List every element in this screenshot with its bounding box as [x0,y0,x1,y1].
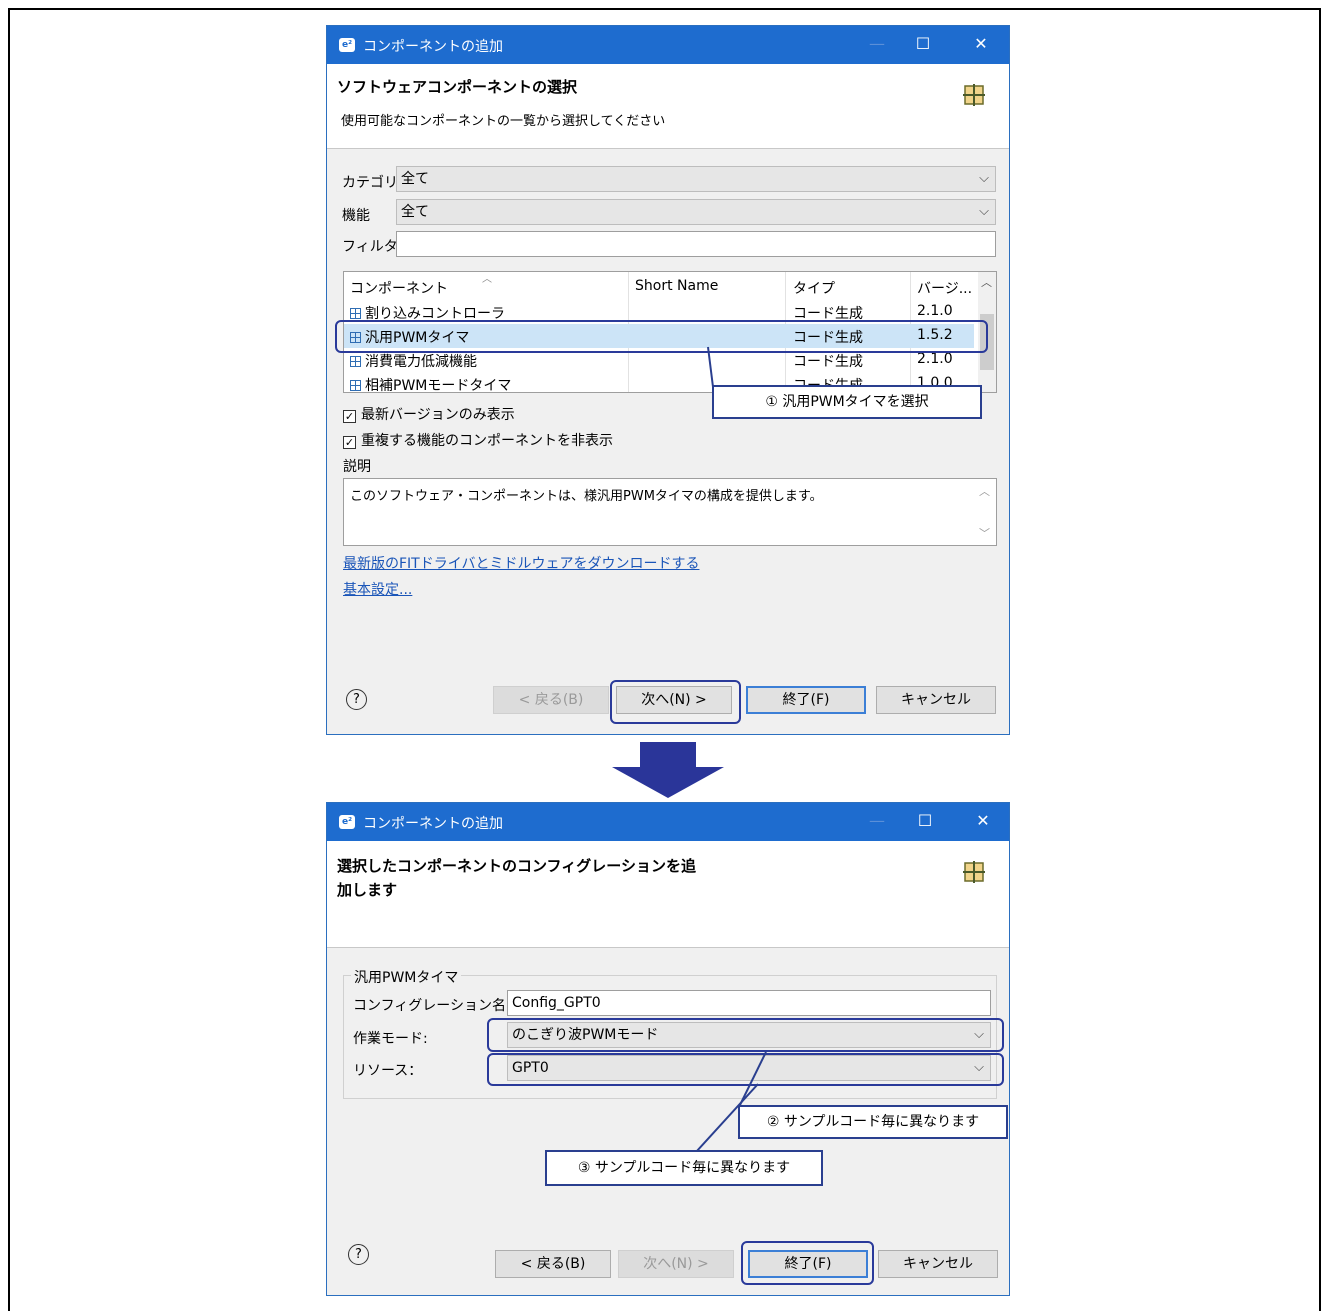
category-value: 全て [401,171,429,187]
minimize-icon[interactable]: — [863,34,891,53]
checkbox-checked-icon: ✓ [343,410,356,423]
latest-version-checkbox[interactable]: ✓ 最新バージョンのみ表示 [343,404,515,424]
sort-ascending-icon: ︿ [482,274,492,285]
component-type: コード生成 [793,354,863,370]
e2studio-app-icon: e² [339,815,355,829]
chevron-down-icon: ⌵ [979,171,989,186]
maximize-icon[interactable]: ☐ [909,34,937,53]
e2studio-app-icon: e² [339,38,355,52]
work-mode-highlight [487,1018,1004,1052]
add-component-dialog-2: e² コンポーネントの追加 — ☐ ✕ 選択したコンポーネントのコンフィグレーシ… [326,802,1010,1296]
hide-duplicate-label: 重複する機能のコンポーネントを非表示 [361,433,613,449]
callout-work-mode: ② サンプルコード毎に異なります [738,1105,1008,1139]
help-icon[interactable]: ? [346,689,367,710]
add-component-dialog-1: e² コンポーネントの追加 — ☐ ✕ ソフトウェアコンポーネントの選択 使用可… [326,25,1010,735]
title-bar: e² コンポーネントの追加 — ☐ ✕ [327,803,1009,841]
expand-icon[interactable] [350,308,361,319]
page-title-line2: 加します [337,881,398,899]
component-version: 2.1.0 [917,303,953,319]
description-label: 説明 [343,459,371,475]
window-title: コンポーネントの追加 [363,39,503,55]
wizard-header: ソフトウェアコンポーネントの選択 使用可能なコンポーネントの一覧から選択してくだ… [327,64,1009,149]
work-mode-label: 作業モード: [353,1031,428,1047]
download-link[interactable]: 最新版のFITドライバとミドルウェアをダウンロードする [343,553,699,573]
title-bar: e² コンポーネントの追加 — ☐ ✕ [327,26,1009,64]
maximize-icon[interactable]: ☐ [911,811,939,830]
expand-icon[interactable] [350,356,361,367]
category-label: カテゴリ [342,175,398,191]
close-icon[interactable]: ✕ [969,811,997,830]
resource-label: リソース： [353,1063,423,1079]
chevron-down-icon: ⌵ [979,204,989,219]
window-title: コンポーネントの追加 [363,816,503,832]
expand-icon[interactable] [350,380,361,391]
minimize-icon[interactable]: — [863,811,891,830]
scroll-up-icon[interactable]: ︿ [981,274,992,290]
group-label: 汎用PWMタイマ [351,967,462,987]
component-name: 相補PWMモードタイマ [365,378,512,393]
callout-pointer [707,346,714,388]
page-subtitle: 使用可能なコンポーネントの一覧から選択してください [341,114,666,129]
scroll-down-icon[interactable]: ﹀ [979,525,990,541]
close-icon[interactable]: ✕ [967,34,995,53]
back-button[interactable]: < 戻る(B) [493,686,609,714]
description-box: このソフトウェア・コンポーネントは、様汎用PWMタイマの構成を提供します。 ︿ … [343,478,997,546]
page-title-line1: 選択したコンポーネントのコンフィグレーションを追 [337,857,696,875]
component-grid-icon [963,84,985,106]
next-button[interactable]: 次へ(N) > [618,1250,734,1278]
finish-button[interactable]: 終了(F) [746,686,866,714]
latest-version-label: 最新バージョンのみ表示 [361,407,515,423]
function-label: 機能 [342,208,370,224]
help-icon[interactable]: ? [348,1244,369,1265]
callout-resource: ③ サンプルコード毎に異なります [545,1150,823,1186]
column-header-type[interactable]: タイプ [793,278,835,298]
function-select[interactable]: 全て ⌵ [396,199,996,225]
selection-highlight [335,320,988,353]
filter-input[interactable] [396,231,996,257]
component-version: 2.1.0 [917,351,953,367]
wizard-header: 選択したコンポーネントのコンフィグレーションを追 加します [327,841,1009,948]
scroll-up-icon[interactable]: ︿ [979,483,990,499]
back-button[interactable]: < 戻る(B) [495,1250,611,1278]
page-title: ソフトウェアコンポーネントの選択 [337,78,578,96]
hide-duplicate-checkbox[interactable]: ✓ 重複する機能のコンポーネントを非表示 [343,430,613,450]
finish-button-highlight [741,1241,874,1285]
function-value: 全て [401,204,429,220]
component-name: 消費電力低減機能 [365,354,477,370]
column-header-component[interactable]: コンポーネント [350,278,448,298]
description-text: このソフトウェア・コンポーネントは、様汎用PWMタイマの構成を提供します。 [350,489,823,504]
cancel-button[interactable]: キャンセル [878,1250,998,1278]
category-select[interactable]: 全て ⌵ [396,166,996,192]
config-name-input[interactable]: Config_GPT0 [507,990,991,1016]
column-header-short-name[interactable]: Short Name [635,278,718,294]
cancel-button[interactable]: キャンセル [876,686,996,714]
filter-label: フィルタ [342,239,398,255]
down-arrow-icon [612,742,724,798]
settings-link[interactable]: 基本設定... [343,579,412,599]
next-button-highlight [610,680,741,724]
column-header-version[interactable]: バージ... [917,278,972,298]
callout-select-pwm-timer: ① 汎用PWMタイマを選択 [712,385,982,419]
component-grid-icon [963,861,985,883]
checkbox-checked-icon: ✓ [343,436,356,449]
config-name-label: コンフィグレーション名： [353,998,521,1014]
